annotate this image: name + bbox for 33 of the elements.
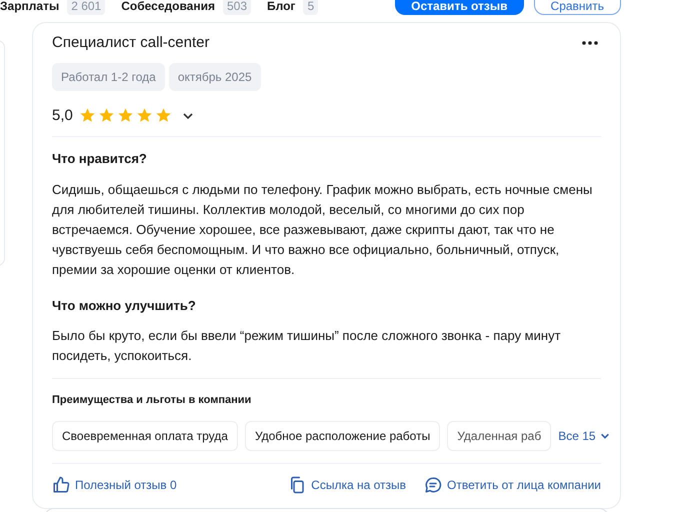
- review-link-button[interactable]: Ссылка на отзыв: [288, 476, 406, 494]
- benefit-chip: Удобное расположение работы: [244, 420, 440, 450]
- nav-tab[interactable]: Собеседования: [121, 0, 215, 15]
- count-badge: 5: [303, 0, 318, 15]
- helpful-button[interactable]: Полезный отзыв 0: [52, 476, 177, 494]
- benefit-chip: Своевременная оплата труда: [52, 420, 238, 450]
- leave-review-button[interactable]: Оставить отзыв: [395, 0, 524, 14]
- star-icon: [98, 107, 115, 124]
- review-text: Было бы круто, если бы ввели “режим тишины” после сложного звонка - пару минут посидеть, успокоиться.: [52, 327, 562, 365]
- chat-bubble-icon: [424, 476, 442, 494]
- section-heading: Что можно улучшить?: [52, 296, 197, 315]
- show-all-link[interactable]: Все 15: [558, 426, 610, 444]
- nav-tab[interactable]: Блог: [267, 0, 296, 15]
- star-icon: [116, 107, 134, 124]
- review-text: Сидишь, общаешься с людьми по телефону. График можно выбрать, есть ночные смены для любителей тишины. Коллектив молодой, веселый, со многими до сих пор встречаемся. Обучение хорошее, все разжевывают, даже скрипты дают, так что не чувствуешь себя беспомощным. И что важно все официально, больничный, отпуск, премии за хорошие оценки от клиентов.: [52, 180, 594, 279]
- review-title: Специалист call-center: [52, 33, 210, 53]
- reply-button[interactable]: Ответить от лица компании: [424, 476, 601, 494]
- info-tag: октябрь 2025: [168, 62, 261, 90]
- count-badge: 2 601: [67, 0, 106, 15]
- compare-button[interactable]: Сравнить: [534, 0, 621, 14]
- benefit-chip: Удаленная раб: [447, 420, 552, 450]
- info-tag: Работал 1-2 года: [52, 62, 165, 90]
- star-icon: [78, 107, 96, 124]
- section-heading: Что нравится?: [52, 150, 148, 168]
- star-icon: [136, 107, 153, 124]
- copy-icon: [288, 476, 306, 494]
- more-icon[interactable]: [582, 41, 598, 46]
- nav-tab[interactable]: Зарплаты: [0, 0, 60, 15]
- rating-value: 5,0: [52, 106, 73, 126]
- star-icon: [154, 107, 172, 124]
- thumbs-up-icon: [52, 476, 70, 494]
- count-badge: 503: [222, 0, 252, 15]
- benefits-heading: Преимущества и льготы в компании: [52, 393, 252, 408]
